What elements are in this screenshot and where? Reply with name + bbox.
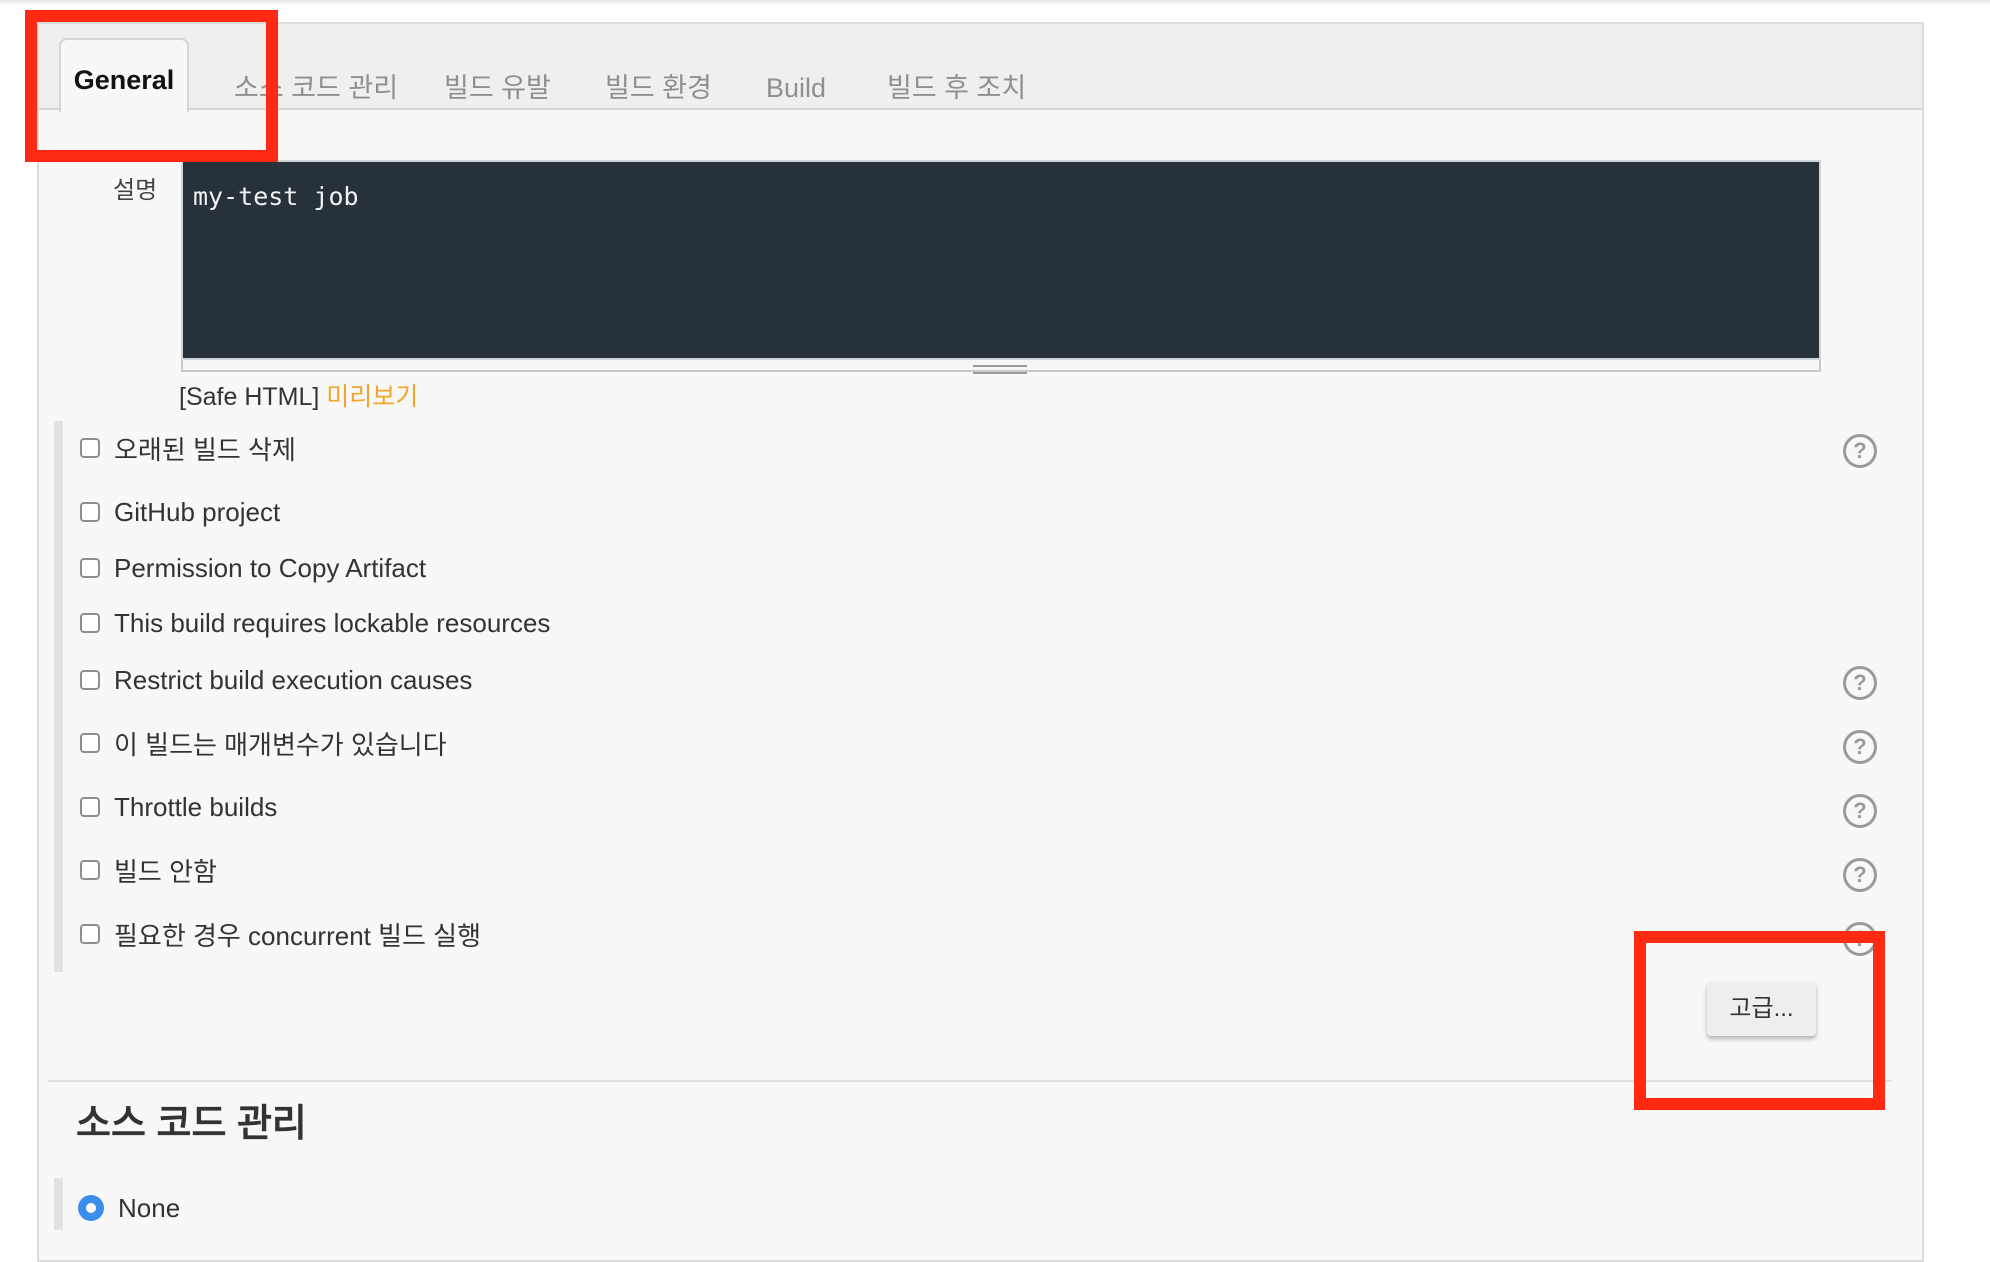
option-throttle-builds[interactable]: Throttle builds xyxy=(80,791,277,823)
preview-link[interactable]: 미리보기 xyxy=(326,383,418,411)
safe-html-label: [Safe HTML] xyxy=(179,383,320,411)
option-label: 오래된 빌드 삭제 xyxy=(114,434,296,465)
help-icon[interactable]: ? xyxy=(1843,730,1877,764)
option-restrict-build-causes[interactable]: Restrict build execution causes xyxy=(80,664,472,696)
checkbox[interactable] xyxy=(80,733,100,753)
resize-grip-icon[interactable] xyxy=(973,365,1027,374)
help-icon[interactable]: ? xyxy=(1843,858,1877,892)
scm-group-bar xyxy=(54,1178,63,1230)
checkbox[interactable] xyxy=(80,670,100,690)
option-discard-old-builds[interactable]: 오래된 빌드 삭제 xyxy=(80,432,296,465)
tab-general[interactable]: General xyxy=(59,38,189,112)
scm-option-none[interactable]: None xyxy=(78,1191,180,1225)
section-title-scm: 소스 코드 관리 xyxy=(76,1103,307,1145)
safe-html-line: [Safe HTML] 미리보기 xyxy=(179,377,418,413)
checkbox[interactable] xyxy=(80,860,100,880)
tab-post-build-actions[interactable]: 빌드 후 조치 xyxy=(887,72,1026,104)
page-top-shadow xyxy=(0,0,1990,6)
options-group-bar xyxy=(54,421,63,972)
section-divider xyxy=(48,1080,1892,1082)
option-label: This build requires lockable resources xyxy=(114,607,551,638)
tab-source-code-management[interactable]: 소스 코드 관리 xyxy=(234,72,398,104)
option-concurrent-builds[interactable]: 필요한 경우 concurrent 빌드 실행 xyxy=(80,918,482,951)
checkbox[interactable] xyxy=(80,797,100,817)
checkbox[interactable] xyxy=(80,558,100,578)
help-icon[interactable]: ? xyxy=(1843,666,1877,700)
option-label: GitHub project xyxy=(114,496,281,527)
option-label: Restrict build execution causes xyxy=(114,664,473,695)
tab-bar: General 소스 코드 관리 빌드 유발 빌드 환경 Build 빌드 후 … xyxy=(39,24,1922,112)
option-permission-copy-artifact[interactable]: Permission to Copy Artifact xyxy=(80,552,426,584)
tab-build-triggers[interactable]: 빌드 유발 xyxy=(444,72,551,104)
option-label: 빌드 안함 xyxy=(114,856,217,887)
help-icon[interactable]: ? xyxy=(1843,794,1877,828)
option-label: Permission to Copy Artifact xyxy=(114,552,427,583)
tab-build[interactable]: Build xyxy=(766,72,826,104)
option-parameterized-build[interactable]: 이 빌드는 매개변수가 있습니다 xyxy=(80,727,447,760)
advanced-button[interactable]: 고급... xyxy=(1707,982,1816,1036)
tab-build-environment[interactable]: 빌드 환경 xyxy=(605,72,712,104)
option-label: 이 빌드는 매개변수가 있습니다 xyxy=(114,729,447,760)
checkbox[interactable] xyxy=(80,502,100,522)
checkbox[interactable] xyxy=(80,924,100,944)
description-textarea[interactable]: my-test job xyxy=(181,160,1821,360)
option-label: Throttle builds xyxy=(114,791,278,822)
checkbox[interactable] xyxy=(80,613,100,633)
radio-label: None xyxy=(118,1192,181,1223)
checkbox[interactable] xyxy=(80,438,100,458)
option-label: 필요한 경우 concurrent 빌드 실행 xyxy=(114,920,482,951)
option-disable-build[interactable]: 빌드 안함 xyxy=(80,854,217,887)
option-lockable-resources[interactable]: This build requires lockable resources xyxy=(80,607,550,639)
radio-selected-icon[interactable] xyxy=(78,1195,104,1221)
description-label: 설명 xyxy=(113,177,158,204)
help-icon[interactable]: ? xyxy=(1843,434,1877,468)
option-github-project[interactable]: GitHub project xyxy=(80,496,280,528)
help-icon[interactable]: ? xyxy=(1843,922,1877,956)
